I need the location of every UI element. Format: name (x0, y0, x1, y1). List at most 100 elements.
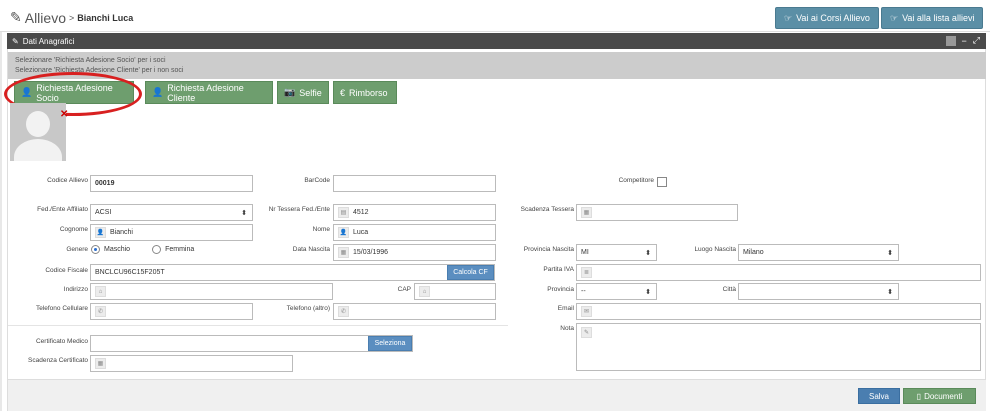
certificato-input[interactable] (90, 335, 413, 352)
citta-label: Città (722, 286, 736, 293)
vai-corsi-button[interactable]: ☞ Vai ai Corsi Allievo (775, 7, 879, 29)
breadcrumb-separator: > (68, 12, 75, 23)
chevron-updown-icon: ⬍ (241, 209, 247, 217)
pencil-icon: ✎ (581, 327, 592, 338)
fed-ente-select[interactable]: ACSI ⬍ (90, 204, 253, 221)
data-nascita-input[interactable]: ▦ 15/03/1996 (333, 244, 496, 261)
page-title: ✎ Allievo > Bianchi Luca (10, 9, 133, 26)
user-icon: 👤 (338, 227, 349, 238)
vai-corsi-label: Vai ai Corsi Allievo (796, 13, 870, 23)
salva-button[interactable]: Salva (858, 388, 900, 404)
codice-fiscale-value: BNCLCU96C15F205T (95, 269, 165, 276)
codice-allievo-input[interactable]: 00019 (90, 175, 253, 192)
envelope-icon: ✉ (581, 306, 592, 317)
chevron-updown-icon: ⬍ (645, 288, 651, 296)
cap-label: CAP (397, 286, 411, 293)
indirizzo-label: Indirizzo (63, 286, 88, 293)
panel-color-button[interactable] (945, 35, 956, 46)
richiesta-cliente-button[interactable]: 👤 Richiesta Adesione Cliente (145, 81, 273, 104)
luogo-nascita-select[interactable]: Milano ⬍ (738, 244, 899, 261)
provincia-nascita-label: Provincia Nascita (523, 246, 574, 253)
rimborso-button[interactable]: € Rimborso (333, 81, 397, 104)
scadenza-tessera-input[interactable]: ▦ (576, 204, 738, 221)
phone-icon: ✆ (338, 306, 349, 317)
calcola-cf-button[interactable]: Calcola CF (447, 265, 494, 280)
scadenza-tessera-label: Scadenza Tessera (520, 206, 574, 213)
barcode-label: BarCode (304, 177, 330, 184)
provincia-select[interactable]: -- ⬍ (576, 283, 657, 300)
citta-select[interactable]: ⬍ (738, 283, 899, 300)
cognome-value: Bianchi (110, 229, 133, 236)
panel-header: ✎ Dati Anagrafici − ⤢ (7, 33, 986, 49)
nr-tessera-value: 4512 (353, 209, 369, 216)
luogo-nascita-label: Luogo Nascita (694, 246, 736, 253)
panel-title: Dati Anagrafici (22, 36, 75, 46)
chevron-updown-icon: ⬍ (887, 249, 893, 257)
genere-label: Genere (66, 246, 88, 253)
certificato-label: Certificato Medico (35, 338, 88, 345)
provincia-nascita-select[interactable]: MI ⬍ (576, 244, 657, 261)
id-card-icon: ▤ (338, 207, 349, 218)
vai-lista-button[interactable]: ☞ Vai alla lista allievi (881, 7, 984, 29)
fed-ente-value: ACSI (95, 209, 112, 216)
maschio-label: Maschio (104, 246, 131, 253)
codice-fiscale-label: Codice Fiscale (45, 267, 88, 274)
home-icon: ⌂ (419, 286, 430, 297)
femmina-label: Femmina (165, 246, 195, 253)
provincia-nascita-value: MI (581, 249, 589, 256)
tel-cellulare-input[interactable]: ✆ (90, 303, 253, 320)
cognome-label: Cognome (59, 226, 88, 233)
divider (8, 325, 508, 326)
nome-value: Luca (353, 229, 369, 236)
home-icon: ⌂ (95, 286, 106, 297)
footer-bar (8, 379, 986, 411)
competitore-checkbox[interactable] (657, 177, 667, 187)
rimborso-label: Rimborso (349, 87, 388, 98)
nome-label: Nome (312, 226, 330, 233)
partita-iva-label: Partita IVA (543, 266, 574, 273)
seleziona-button[interactable]: Seleziona (368, 336, 412, 351)
provincia-label: Provincia (547, 286, 574, 293)
document-icon: ▯ (916, 391, 922, 401)
documenti-label: Documenti (924, 391, 963, 401)
competitore-label: Competitore (618, 177, 654, 184)
maschio-radio[interactable] (91, 245, 100, 254)
selfie-button[interactable]: 📷 Selfie (277, 81, 329, 104)
email-label: Email (557, 305, 574, 312)
page-title-text: Allievo (24, 9, 66, 26)
phone-icon: ✆ (95, 306, 106, 317)
nr-tessera-input[interactable]: ▤ 4512 (333, 204, 496, 221)
barcode-input[interactable] (333, 175, 496, 192)
nr-tessera-label: Nr Tessera Fed./Ente (268, 206, 330, 213)
cap-input[interactable]: ⌂ (414, 283, 496, 300)
partita-iva-input[interactable]: ≣ (576, 264, 981, 281)
remove-photo-icon[interactable]: ✕ (60, 109, 68, 120)
tel-altro-label: Telefono (altro) (286, 305, 330, 312)
documenti-button[interactable]: ▯ Documenti (903, 388, 976, 404)
nome-input[interactable]: 👤 Luca (333, 224, 496, 241)
breadcrumb: Bianchi Luca (77, 12, 134, 23)
data-nascita-value: 15/03/1996 (353, 249, 389, 256)
email-input[interactable]: ✉ (576, 303, 981, 320)
femmina-radio[interactable] (152, 245, 162, 254)
cognome-input[interactable]: 👤 Bianchi (90, 224, 253, 241)
genere-radio-group: Maschio Femmina (91, 245, 194, 254)
nota-textarea[interactable]: ✎ (576, 323, 981, 371)
minimize-icon[interactable]: − (962, 36, 967, 46)
info-box: Selezionare 'Richiesta Adesione Socio' p… (8, 52, 986, 79)
euro-icon: € (340, 87, 346, 98)
info-line-2: Selezionare 'Richiesta Adesione Cliente'… (15, 67, 184, 74)
edit-icon: ✎ (12, 36, 19, 46)
avatar[interactable] (10, 103, 66, 161)
richiesta-cliente-label: Richiesta Adesione Cliente (167, 82, 244, 103)
indirizzo-input[interactable]: ⌂ (90, 283, 333, 300)
codice-allievo-value: 00019 (95, 180, 115, 187)
vai-lista-label: Vai alla lista allievi (902, 13, 975, 23)
selfie-label: Selfie (299, 87, 322, 98)
scadenza-certificato-input[interactable]: ▦ (90, 355, 293, 372)
tel-altro-input[interactable]: ✆ (333, 303, 496, 320)
codice-fiscale-input[interactable]: BNCLCU96C15F205T (90, 264, 495, 281)
provincia-value: -- (581, 288, 586, 295)
expand-icon[interactable]: ⤢ (973, 35, 980, 46)
edit-icon: ✎ (10, 9, 22, 25)
